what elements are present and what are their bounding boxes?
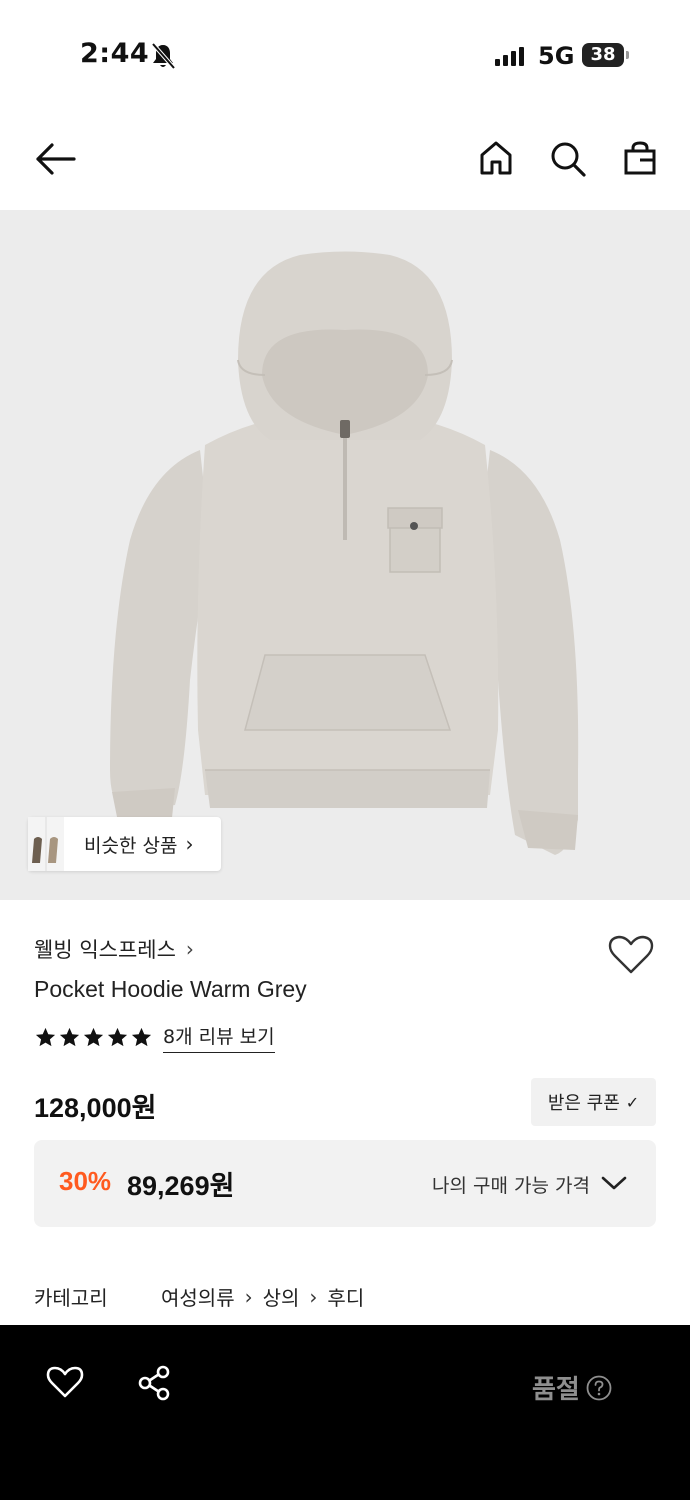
battery-tip [626, 51, 629, 59]
my-price-panel[interactable]: 30% 89,269원 나의 구매 가능 가격 [34, 1140, 656, 1227]
chevron-right-icon: › [185, 937, 194, 961]
category-crumb-2[interactable]: 상의 [263, 1282, 300, 1311]
product-name: Pocket Hoodie Warm Grey [34, 976, 307, 1002]
brand-link[interactable]: 웰빙 익스프레스 › [34, 934, 194, 964]
hoodie-illustration [110, 251, 579, 855]
status-time: 2:44 [80, 38, 150, 69]
arrow-left-icon[interactable] [34, 142, 76, 176]
bottom-action-bar: 품절 [0, 1325, 690, 1500]
search-icon[interactable] [549, 140, 587, 178]
similar-products-button[interactable]: 비슷한 상품 › [28, 817, 221, 871]
star-icon [107, 1027, 128, 1047]
chevron-right-icon: › [185, 832, 194, 856]
chevron-right-icon: › [309, 1284, 318, 1309]
top-navigation [0, 120, 690, 200]
received-coupon-button[interactable]: 받은 쿠폰 ✓ [531, 1078, 656, 1126]
chevron-down-icon[interactable] [600, 1173, 628, 1193]
heart-icon[interactable] [46, 1365, 84, 1399]
cellular-signal-icon [495, 46, 524, 66]
category-row: 카테고리 여성의류 › 상의 › 후디 [34, 1282, 364, 1311]
category-crumb-1[interactable]: 여성의류 [161, 1282, 235, 1311]
category-crumb-3[interactable]: 후디 [327, 1282, 364, 1311]
my-price-label: 나의 구매 가능 가격 [432, 1175, 590, 1197]
chevron-right-icon: › [244, 1284, 253, 1309]
original-price: 128,000원 [34, 1093, 157, 1123]
help-icon[interactable] [586, 1375, 612, 1401]
rating-stars [34, 1026, 153, 1049]
similar-products-thumbnails [28, 817, 64, 871]
star-icon [59, 1027, 80, 1047]
view-reviews-link[interactable]: 8개 리뷰 보기 [163, 1022, 275, 1053]
star-icon [35, 1027, 56, 1047]
heart-icon[interactable] [608, 934, 654, 976]
discount-rate: 30% [59, 1166, 112, 1196]
bell-off-icon [151, 42, 176, 70]
shopping-bag-icon[interactable] [622, 140, 658, 176]
soldout-label: 품절 [532, 1375, 580, 1405]
coupon-label: 받은 쿠폰 [547, 1093, 620, 1114]
battery-icon: 38 [582, 43, 624, 67]
product-image[interactable] [0, 210, 690, 900]
status-bar: 2:44 5G 38 [0, 0, 690, 110]
similar-products-label: 비슷한 상품 [84, 834, 178, 857]
check-icon: ✓ [625, 1092, 640, 1112]
rating-row: 8개 리뷰 보기 [34, 1022, 275, 1053]
brand-name: 웰빙 익스프레스 [34, 938, 176, 962]
home-icon[interactable] [478, 140, 514, 176]
network-type: 5G [538, 42, 575, 70]
soldout-status[interactable]: 품절 [532, 1369, 612, 1406]
star-icon [83, 1027, 104, 1047]
discount-price: 89,269원 [127, 1171, 235, 1201]
star-icon [131, 1027, 152, 1047]
share-icon[interactable] [136, 1365, 172, 1401]
category-label: 카테고리 [34, 1286, 108, 1310]
